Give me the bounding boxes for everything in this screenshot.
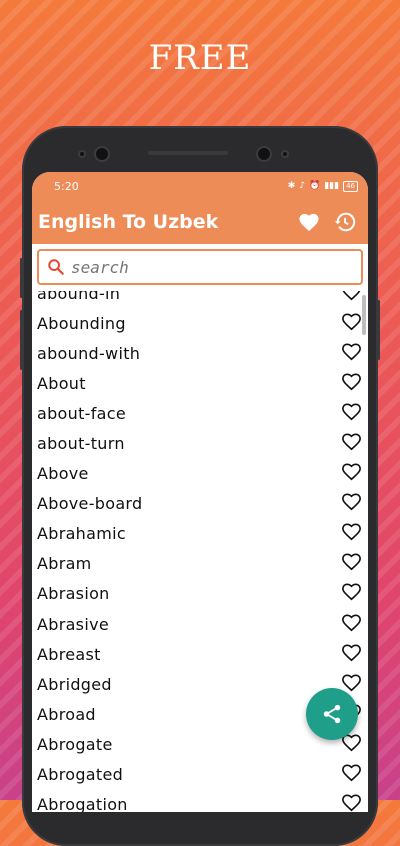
word-label: Abroad	[37, 704, 96, 724]
mute-icon: ♪	[299, 181, 305, 191]
list-item[interactable]: Abreast	[32, 639, 368, 669]
favorite-toggle-heart-icon[interactable]	[341, 492, 362, 515]
list-item[interactable]: about-face	[32, 398, 368, 428]
list-item[interactable]: abound-with	[32, 338, 368, 368]
word-label: Abram	[37, 554, 92, 574]
word-label: about-turn	[37, 434, 125, 454]
list-item[interactable]: Abram	[32, 549, 368, 579]
list-item[interactable]: about-turn	[32, 428, 368, 458]
phone-sensor-dot	[283, 152, 287, 156]
list-item[interactable]: abound-in	[32, 291, 368, 308]
word-label: Above-board	[37, 494, 143, 514]
list-item[interactable]: Abrogated	[32, 760, 368, 790]
list-item[interactable]: Abrahamic	[32, 519, 368, 549]
word-label: abound-in	[37, 291, 121, 303]
battery-icon: 46	[343, 180, 358, 192]
share-icon	[323, 704, 341, 724]
app-bar: English To Uzbek	[32, 200, 368, 244]
status-icons: ✱ ♪ ⏰ ▮▮▮ 46	[287, 180, 358, 192]
history-icon	[334, 212, 356, 232]
heart-icon	[299, 213, 319, 232]
favorite-toggle-heart-icon[interactable]	[341, 613, 362, 636]
word-label: Abrahamic	[37, 524, 126, 544]
favorites-button[interactable]	[294, 207, 324, 237]
favorite-toggle-heart-icon[interactable]	[341, 582, 362, 605]
list-item[interactable]: Abounding	[32, 308, 368, 338]
front-camera	[96, 148, 108, 160]
bluetooth-icon: ✱	[287, 181, 296, 191]
favorite-toggle-heart-icon[interactable]	[341, 462, 362, 485]
word-label: Abounding	[37, 313, 126, 333]
word-label: Abrogate	[37, 734, 113, 754]
phone-speaker	[148, 151, 228, 155]
search-input[interactable]	[69, 256, 333, 278]
phone-side-button	[20, 258, 23, 298]
share-button[interactable]	[306, 688, 358, 740]
word-label: About	[37, 373, 86, 393]
list-item[interactable]: Above	[32, 459, 368, 489]
history-button[interactable]	[330, 207, 360, 237]
app-title: English To Uzbek	[38, 211, 219, 233]
favorite-toggle-heart-icon[interactable]	[341, 402, 362, 425]
word-label: Above	[37, 464, 89, 484]
phone-side-button	[377, 300, 380, 360]
phone-sensor	[258, 148, 270, 160]
favorite-toggle-heart-icon[interactable]	[341, 342, 362, 365]
favorite-toggle-heart-icon[interactable]	[341, 643, 362, 666]
scrollbar[interactable]	[362, 295, 366, 335]
word-label: Abrasion	[37, 584, 110, 604]
phone-sensor-dot	[80, 152, 84, 156]
word-label: Abridged	[37, 674, 112, 694]
favorite-toggle-heart-icon[interactable]	[341, 372, 362, 395]
word-label: abound-with	[37, 343, 141, 363]
word-label: about-face	[37, 403, 127, 423]
list-item[interactable]: Above-board	[32, 489, 368, 519]
word-label: Abrasive	[37, 614, 109, 634]
favorite-toggle-heart-icon[interactable]	[341, 432, 362, 455]
search-icon	[48, 259, 64, 275]
favorite-toggle-heart-icon[interactable]	[341, 312, 362, 335]
search-box[interactable]	[37, 249, 363, 285]
favorite-toggle-heart-icon[interactable]	[341, 522, 362, 545]
list-item[interactable]: Abrasive	[32, 609, 368, 639]
list-item[interactable]: Abrogation	[32, 790, 368, 812]
promo-title: FREE	[148, 38, 252, 78]
word-label: Abrogation	[37, 795, 128, 812]
word-label: Abreast	[37, 644, 101, 664]
favorite-toggle-heart-icon[interactable]	[341, 763, 362, 786]
list-item[interactable]: Abrasion	[32, 579, 368, 609]
favorite-toggle-heart-icon[interactable]	[341, 793, 362, 812]
favorite-toggle-heart-icon[interactable]	[341, 291, 362, 305]
word-label: Abrogated	[37, 765, 124, 785]
status-time: 5:20	[54, 179, 79, 193]
alarm-icon: ⏰	[309, 181, 321, 191]
status-bar: 5:20 ✱ ♪ ⏰ ▮▮▮ 46	[32, 172, 368, 200]
favorite-toggle-heart-icon[interactable]	[341, 552, 362, 575]
list-item[interactable]: About	[32, 368, 368, 398]
signal-icon: ▮▮▮	[324, 181, 340, 191]
phone-side-button	[20, 310, 23, 370]
